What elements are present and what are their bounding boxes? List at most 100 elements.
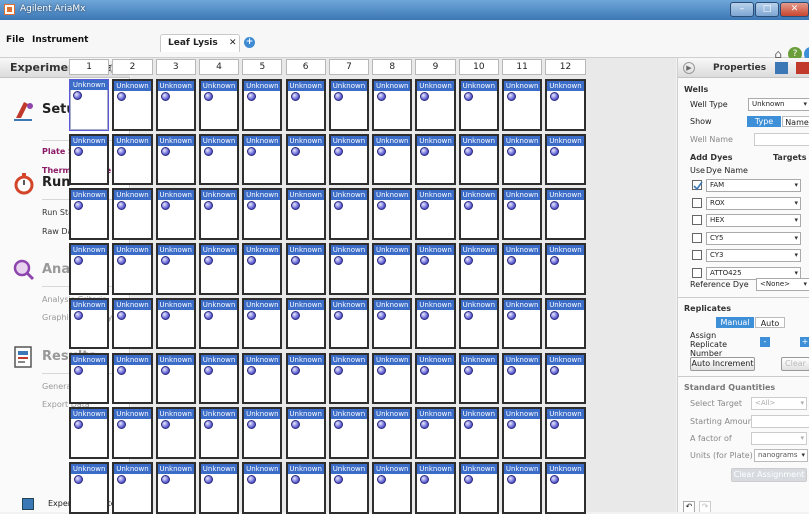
well[interactable]: Unknown — [242, 188, 283, 241]
dye-name-select[interactable]: CY3 ▾ — [706, 249, 801, 262]
minimize-button[interactable]: – — [730, 2, 754, 17]
well[interactable]: Unknown — [112, 407, 153, 459]
well[interactable]: Unknown — [372, 188, 413, 241]
well[interactable]: Unknown — [112, 297, 153, 350]
well[interactable]: Unknown — [415, 407, 456, 459]
dye-use-checkbox[interactable] — [692, 232, 702, 243]
well[interactable]: Unknown — [328, 407, 370, 459]
well[interactable]: Unknown — [502, 407, 543, 459]
well[interactable]: Unknown — [242, 133, 283, 186]
dye-use-checkbox[interactable] — [692, 180, 703, 191]
well[interactable]: Unknown — [415, 188, 456, 241]
well[interactable]: Unknown — [415, 352, 456, 405]
well[interactable]: Unknown — [458, 243, 499, 295]
select-target-select[interactable]: <All> ▾ — [751, 397, 807, 410]
well[interactable]: Unknown — [242, 352, 283, 405]
well[interactable]: Unknown — [415, 133, 456, 186]
well[interactable]: Unknown — [415, 79, 456, 131]
well[interactable]: Unknown — [155, 79, 196, 131]
menu-file[interactable]: File — [6, 35, 24, 45]
clear-assignment-button[interactable]: Clear Assignment — [731, 468, 807, 482]
redo-icon[interactable]: ↷ — [699, 501, 711, 512]
well[interactable]: Unknown — [502, 297, 543, 350]
column-header[interactable]: 5 — [242, 59, 283, 75]
expand-chevron-icon[interactable]: ▶ — [683, 62, 695, 74]
column-header[interactable]: 2 — [112, 59, 153, 75]
well[interactable]: Unknown — [285, 243, 326, 295]
well[interactable]: Unknown — [112, 188, 153, 241]
well[interactable]: Unknown — [112, 133, 153, 186]
column-header[interactable]: 7 — [328, 59, 370, 75]
well[interactable]: Unknown — [155, 461, 196, 514]
well[interactable]: Unknown — [112, 243, 153, 295]
column-header[interactable]: 8 — [372, 59, 413, 75]
well[interactable]: Unknown — [242, 461, 283, 514]
show-name-toggle[interactable]: Name — [782, 116, 809, 127]
well[interactable]: Unknown — [415, 243, 456, 295]
well[interactable]: Unknown — [242, 407, 283, 459]
well[interactable]: Unknown — [198, 79, 240, 131]
units-select[interactable]: nanograms ▾ — [754, 449, 808, 462]
well[interactable]: Unknown — [415, 461, 456, 514]
dye-name-select[interactable]: ROX ▾ — [706, 196, 801, 210]
well[interactable]: Unknown — [198, 243, 240, 295]
column-header[interactable]: 1 — [69, 59, 110, 75]
well[interactable]: Unknown — [198, 461, 240, 514]
well[interactable]: Unknown — [545, 133, 586, 186]
replicates-auto-toggle[interactable]: Auto — [755, 317, 785, 328]
replicates-manual-toggle[interactable]: Manual — [716, 317, 754, 328]
dye-name-select[interactable]: CY5 ▾ — [706, 231, 801, 245]
well[interactable]: Unknown — [372, 79, 413, 131]
well[interactable]: Unknown — [458, 133, 499, 186]
well[interactable]: Unknown — [328, 79, 370, 131]
show-type-toggle[interactable]: Type — [747, 116, 781, 127]
starting-amount-input[interactable] — [751, 415, 809, 428]
well[interactable]: Unknown — [285, 352, 326, 405]
well[interactable]: Unknown — [545, 407, 586, 459]
well[interactable]: Unknown — [328, 243, 370, 295]
well[interactable]: Unknown — [415, 297, 456, 350]
well[interactable]: Unknown — [545, 461, 586, 514]
well[interactable]: Unknown — [458, 352, 499, 405]
well[interactable]: Unknown — [69, 407, 110, 459]
menu-instrument[interactable]: Instrument — [32, 35, 88, 45]
well[interactable]: Unknown — [69, 352, 110, 405]
undo-icon[interactable]: ↶ — [683, 501, 695, 512]
well[interactable]: Unknown — [372, 352, 413, 405]
well[interactable]: Unknown — [458, 79, 499, 131]
dye-use-checkbox[interactable] — [692, 267, 702, 278]
column-header[interactable]: 9 — [415, 59, 456, 75]
column-header[interactable]: 11 — [502, 59, 543, 75]
reference-dye-select[interactable]: <None> ▾ — [756, 278, 809, 291]
well[interactable]: Unknown — [285, 133, 326, 186]
well[interactable]: Unknown — [69, 297, 110, 350]
well[interactable]: Unknown — [458, 407, 499, 459]
well[interactable]: Unknown — [69, 461, 110, 514]
well[interactable]: Unknown — [198, 188, 240, 241]
well[interactable]: Unknown — [242, 243, 283, 295]
well[interactable]: Unknown — [198, 407, 240, 459]
well[interactable]: Unknown — [372, 243, 413, 295]
well[interactable]: Unknown — [545, 243, 586, 295]
well[interactable]: Unknown — [242, 297, 283, 350]
well[interactable]: Unknown — [328, 133, 370, 186]
well[interactable]: Unknown — [458, 461, 499, 514]
close-window-button[interactable]: ✕ — [780, 2, 809, 17]
well-name-input[interactable] — [754, 133, 809, 146]
well[interactable]: Unknown — [285, 79, 326, 131]
column-header[interactable]: 6 — [285, 59, 326, 75]
well[interactable]: Unknown — [155, 407, 196, 459]
well[interactable]: Unknown — [372, 407, 413, 459]
well[interactable]: Unknown — [458, 188, 499, 241]
maximize-button[interactable]: □ — [755, 2, 779, 17]
dye-name-select[interactable]: HEX ▾ — [706, 214, 801, 227]
column-header[interactable]: 12 — [545, 59, 586, 75]
well[interactable]: Unknown — [69, 79, 110, 131]
well[interactable]: Unknown — [328, 461, 370, 514]
grid-view-icon[interactable] — [775, 62, 788, 74]
well[interactable]: Unknown — [285, 297, 326, 350]
well[interactable]: Unknown — [155, 243, 196, 295]
dye-use-checkbox[interactable] — [692, 215, 702, 225]
well[interactable]: Unknown — [545, 352, 586, 405]
replicate-decrement-button[interactable]: - — [760, 337, 770, 347]
